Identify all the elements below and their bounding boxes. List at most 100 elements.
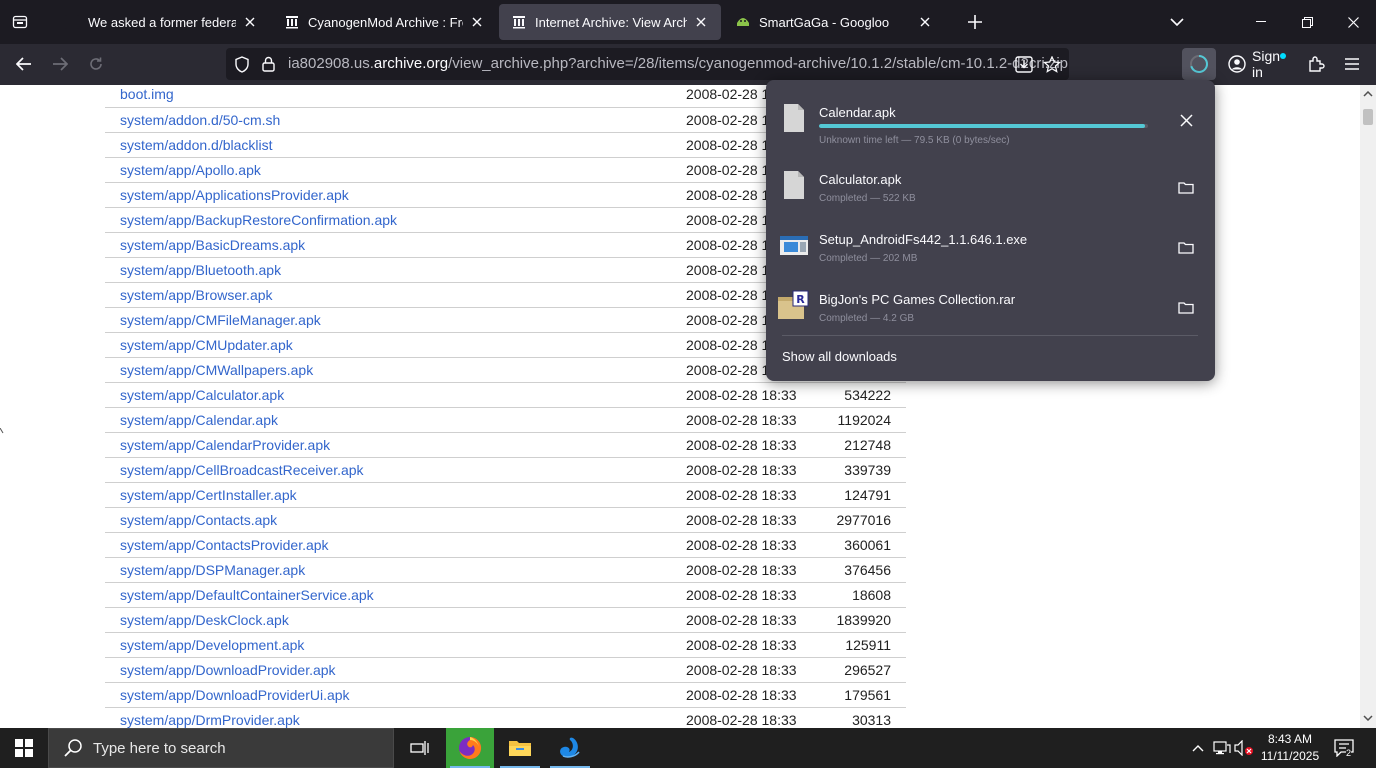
- tab-strip: We asked a former federal agen CyanogenM…: [0, 0, 1376, 44]
- file-link[interactable]: system/app/BackupRestoreConfirmation.apk: [120, 212, 397, 228]
- download-item-bigjon-rar[interactable]: R BigJon's PC Games Collection.rar Compl…: [766, 275, 1215, 335]
- download-item-calculator[interactable]: Calculator.apk Completed — 522 KB: [766, 155, 1215, 215]
- taskbar-firefox[interactable]: [446, 728, 494, 768]
- taskbar-search-box[interactable]: Type here to search: [48, 728, 394, 768]
- clock-time: 8:43 AM: [1267, 732, 1313, 746]
- file-link[interactable]: system/app/DefaultContainerService.apk: [120, 587, 374, 603]
- generic-file-icon: [784, 171, 804, 199]
- file-link[interactable]: system/app/CalendarProvider.apk: [120, 437, 330, 453]
- show-hidden-icons-chevron-up-icon[interactable]: [1188, 738, 1208, 758]
- download-item-calendar[interactable]: Calendar.apk Unknown time left — 79.5 KB…: [766, 88, 1215, 148]
- table-row: system/app/CertInstaller.apk 2008-02-28 1…: [105, 482, 906, 508]
- cancel-download-button[interactable]: [1174, 108, 1198, 132]
- file-link[interactable]: system/app/CMUpdater.apk: [120, 337, 293, 353]
- bookmark-star-icon[interactable]: [1042, 54, 1062, 74]
- file-link[interactable]: system/app/Calendar.apk: [120, 412, 278, 428]
- file-date-cell: 2008-02-28 18:33: [680, 682, 816, 708]
- tab-cyanogenmod-archive[interactable]: CyanogenMod Archive : Free Do: [272, 4, 497, 40]
- task-view-button[interactable]: [396, 728, 444, 768]
- new-tab-button[interactable]: [959, 6, 991, 38]
- file-name-cell: system/app/Browser.apk: [105, 282, 680, 308]
- download-item-setup-androidfs[interactable]: Setup_AndroidFs442_1.1.646.1.exe Complet…: [766, 215, 1215, 275]
- extensions-button[interactable]: [1300, 48, 1332, 80]
- file-link[interactable]: system/app/CMFileManager.apk: [120, 312, 321, 328]
- scrollbar-thumb[interactable]: [1363, 109, 1373, 125]
- reload-button[interactable]: [80, 48, 112, 80]
- file-link[interactable]: system/app/ApplicationsProvider.apk: [120, 187, 349, 203]
- minimize-button[interactable]: [1238, 0, 1284, 44]
- file-link[interactable]: system/app/ContactsProvider.apk: [120, 537, 329, 553]
- close-tab-icon[interactable]: [240, 12, 260, 32]
- restore-button[interactable]: [1284, 0, 1330, 44]
- url-domain: archive.org: [373, 55, 449, 72]
- file-link[interactable]: system/app/Development.apk: [120, 637, 304, 653]
- volume-muted-icon[interactable]: [1234, 738, 1254, 758]
- show-all-downloads-button[interactable]: Show all downloads: [782, 349, 897, 364]
- show-in-folder-button[interactable]: [1174, 235, 1198, 259]
- tab-former-federal-agent[interactable]: We asked a former federal agen: [52, 4, 270, 40]
- vertical-scrollbar[interactable]: [1360, 85, 1376, 728]
- lock-icon[interactable]: [258, 54, 278, 74]
- file-link[interactable]: system/app/CellBroadcastReceiver.apk: [120, 462, 364, 478]
- file-link[interactable]: system/app/DrmProvider.apk: [120, 712, 300, 728]
- file-link[interactable]: system/app/Apollo.apk: [120, 162, 261, 178]
- application-menu-button[interactable]: [1336, 48, 1368, 80]
- start-button[interactable]: [0, 728, 48, 768]
- file-size-cell: 339739: [816, 457, 906, 483]
- taskbar-file-explorer[interactable]: [496, 728, 544, 768]
- file-link[interactable]: system/app/CMWallpapers.apk: [120, 362, 313, 378]
- network-icon[interactable]: [1212, 738, 1232, 758]
- firefox-view-button[interactable]: [0, 0, 40, 44]
- folder-icon: [1178, 301, 1194, 314]
- file-link[interactable]: system/app/DownloadProviderUi.apk: [120, 687, 350, 703]
- show-in-folder-button[interactable]: [1174, 295, 1198, 319]
- tab-title: We asked a former federal agen: [88, 14, 236, 30]
- file-link[interactable]: system/app/Contacts.apk: [120, 512, 277, 528]
- tab-internet-archive-view-archive[interactable]: Internet Archive: View Archive: [499, 4, 721, 40]
- tab-smartgaga[interactable]: SmartGaGa - Googloo: [723, 4, 945, 40]
- list-all-tabs-button[interactable]: [1162, 6, 1192, 38]
- file-link[interactable]: system/app/DeskClock.apk: [120, 612, 289, 628]
- file-link[interactable]: boot.img: [120, 86, 174, 102]
- file-link[interactable]: system/app/BasicDreams.apk: [120, 237, 305, 253]
- download-progress-bar: [819, 124, 1148, 128]
- archive-building-icon: [284, 14, 300, 30]
- close-window-button[interactable]: [1330, 0, 1376, 44]
- file-link[interactable]: system/addon.d/blacklist: [120, 137, 273, 153]
- file-date-cell: 2008-02-28 18:33: [680, 557, 816, 583]
- url-text[interactable]: ia802908.us.archive.org/view_archive.php…: [288, 55, 1068, 72]
- tracking-protection-shield-icon[interactable]: [232, 54, 252, 74]
- file-link[interactable]: system/app/Bluetooth.apk: [120, 262, 281, 278]
- system-clock[interactable]: 8:43 AM 11/11/2025: [1256, 731, 1324, 765]
- file-name-cell: system/app/CertInstaller.apk: [105, 482, 680, 508]
- forward-button[interactable]: [44, 48, 76, 80]
- downloads-button[interactable]: [1182, 48, 1216, 80]
- show-in-folder-button[interactable]: [1174, 175, 1198, 199]
- firefox-icon: [459, 736, 482, 759]
- hamburger-menu-icon: [1345, 58, 1359, 70]
- close-tab-icon[interactable]: [915, 12, 935, 32]
- save-to-pocket-icon[interactable]: [1014, 54, 1034, 74]
- cancel-icon: [1179, 113, 1193, 127]
- file-name-cell: system/app/ContactsProvider.apk: [105, 532, 680, 558]
- file-link[interactable]: system/app/Browser.apk: [120, 287, 273, 303]
- file-name-cell: system/app/CMFileManager.apk: [105, 307, 680, 333]
- archive-building-icon: [511, 14, 527, 30]
- sign-in-button[interactable]: Sign in: [1220, 48, 1294, 80]
- file-link[interactable]: system/app/CertInstaller.apk: [120, 487, 297, 503]
- action-center-button[interactable]: 2: [1330, 734, 1358, 762]
- file-link[interactable]: system/app/DSPManager.apk: [120, 562, 305, 578]
- back-button[interactable]: [8, 48, 40, 80]
- file-name-cell: system/app/Contacts.apk: [105, 507, 680, 533]
- address-bar[interactable]: ia802908.us.archive.org/view_archive.php…: [226, 48, 1069, 80]
- file-date-cell: 2008-02-28 18:33: [680, 382, 816, 408]
- scroll-up-arrow-icon[interactable]: [1362, 88, 1374, 100]
- close-tab-icon[interactable]: [691, 12, 711, 32]
- scroll-down-arrow-icon[interactable]: [1362, 712, 1374, 724]
- file-link[interactable]: system/app/Calculator.apk: [120, 387, 284, 403]
- file-link[interactable]: system/app/DownloadProvider.apk: [120, 662, 336, 678]
- taskbar-swan-app[interactable]: [546, 728, 594, 768]
- close-tab-icon[interactable]: [467, 12, 487, 32]
- file-link[interactable]: system/addon.d/50-cm.sh: [120, 112, 280, 128]
- file-size-cell: 124791: [816, 482, 906, 508]
